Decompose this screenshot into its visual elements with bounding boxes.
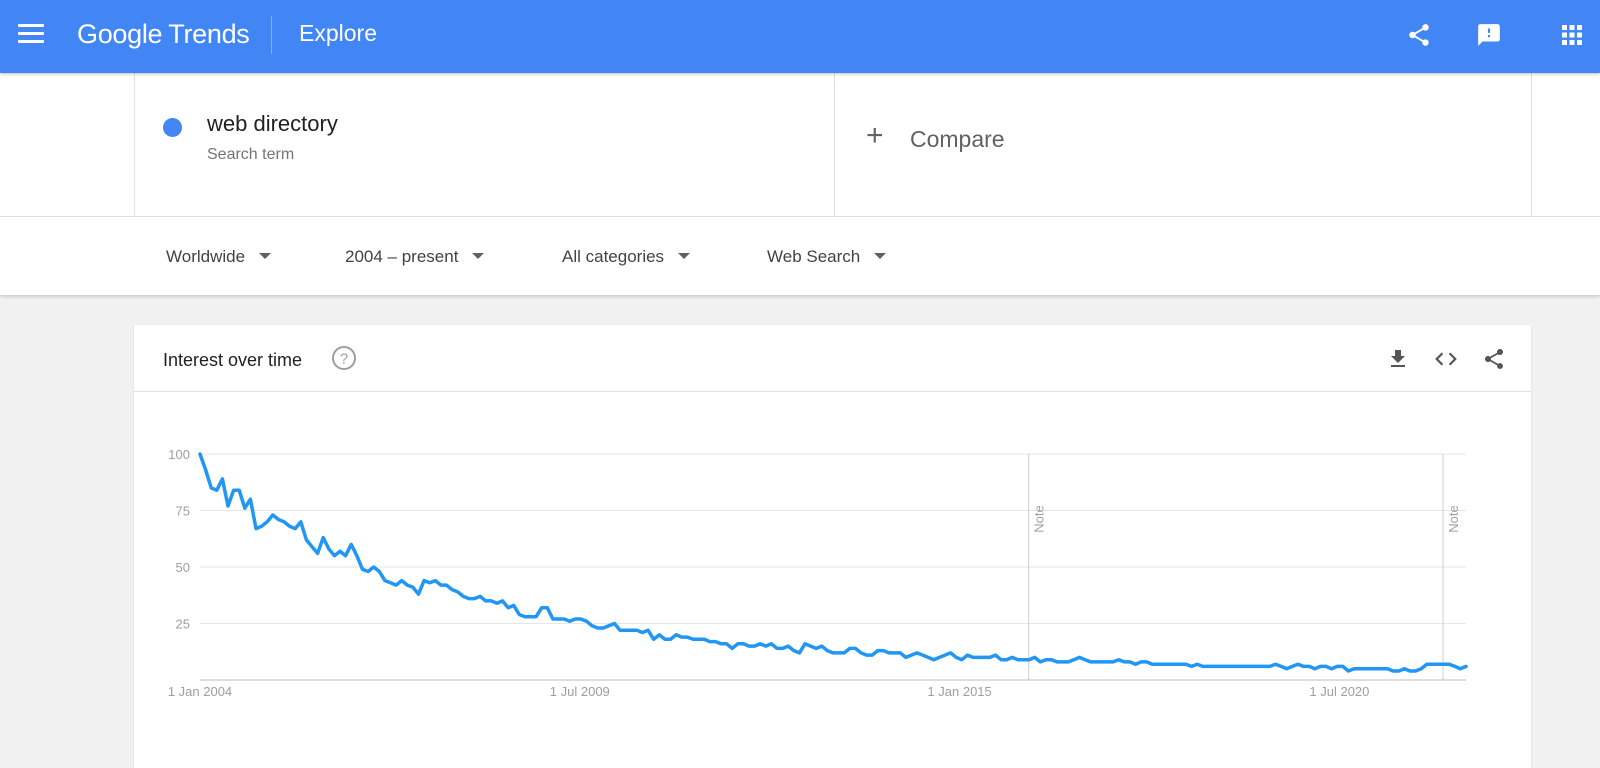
series-line-0[interactable] [198,452,1468,673]
location-filter[interactable]: Worldwide [166,247,272,267]
download-icon[interactable] [1384,345,1412,373]
chevron-down-icon [472,252,485,259]
location-filter-label: Worldwide [166,247,246,266]
compare-button[interactable]: + Compare [834,73,1532,216]
y-tick-label: 100 [168,447,190,462]
note-label[interactable]: Note [1446,505,1461,532]
interest-over-time-card: Interest over time ? Note Note 25 50 75 100 1… [134,325,1531,768]
header-divider [271,16,272,54]
filter-bar: Worldwide 2004 – present All categories … [0,217,1600,295]
apps-grid-icon[interactable] [1557,20,1587,50]
category-filter[interactable]: All categories [562,247,691,267]
y-tick-label: 50 [176,560,190,575]
embed-icon[interactable] [1432,345,1460,373]
help-icon[interactable]: ? [331,345,357,371]
share-icon[interactable] [1480,345,1508,373]
note-label[interactable]: Note [1032,505,1047,532]
google-trends-logo[interactable]: Google Trends [77,19,250,50]
plus-icon: + [866,119,884,152]
search-terms-bar: web directory Search term + Compare [0,73,1600,217]
interest-line-chart[interactable]: Note Note 25 50 75 100 1 Jan 2004 1 Jul 2009 1 … [134,391,1531,768]
share-icon[interactable] [1404,20,1434,50]
y-tick-label: 75 [176,504,190,519]
x-tick-label: 1 Jul 2020 [1309,684,1369,699]
category-filter-label: All categories [562,247,665,266]
search-term-card[interactable]: web directory Search term [134,73,835,216]
y-tick-label: 25 [176,617,190,632]
term-color-dot [163,118,182,137]
compare-label: Compare [910,126,1005,152]
feedback-icon[interactable] [1474,20,1504,50]
chevron-down-icon [874,252,887,259]
app-header: Google Trends Explore [0,0,1600,73]
card-title: Interest over time [163,350,303,370]
x-tick-label: 1 Jan 2015 [927,684,991,699]
search-term-subtitle: Search term [207,146,295,163]
time-range-filter[interactable]: 2004 – present [345,247,485,267]
time-filter-label: 2004 – present [345,247,459,266]
card-header: Interest over time ? [134,325,1531,392]
page-title: Explore [299,20,377,46]
search-property-filter[interactable]: Web Search [767,247,887,267]
x-tick-label: 1 Jan 2004 [168,684,232,699]
chevron-down-icon [259,252,272,259]
logo-google-text: Google [77,19,163,49]
logo-trends-text: Trends [168,19,250,49]
menu-icon[interactable] [18,24,44,46]
chevron-down-icon [678,252,691,259]
property-filter-label: Web Search [767,247,861,266]
search-term-name: web directory [207,111,338,136]
svg-text:?: ? [340,351,348,368]
x-tick-label: 1 Jul 2009 [550,684,610,699]
